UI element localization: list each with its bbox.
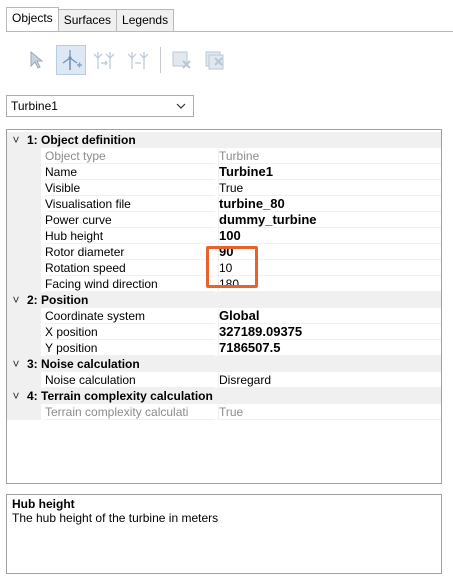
row-gutter xyxy=(7,228,41,244)
tab-divider xyxy=(6,31,453,32)
property-name: Coordinate system xyxy=(45,308,215,324)
tab-surfaces[interactable]: Surfaces xyxy=(57,9,118,31)
property-value[interactable]: turbine_80 xyxy=(218,196,441,212)
property-value[interactable]: Global xyxy=(218,308,441,324)
property-name: Terrain complexity calculati xyxy=(45,404,215,420)
property-row[interactable]: Power curve dummy_turbine xyxy=(7,212,441,228)
help-description: The hub height of the turbine in meters xyxy=(12,511,219,525)
property-row[interactable]: Terrain complexity calculati True xyxy=(7,404,441,420)
category-row[interactable]: ˅ 1: Object definition xyxy=(7,132,441,148)
property-row[interactable]: Name Turbine1 xyxy=(7,164,441,180)
property-name: Object type xyxy=(45,148,215,164)
property-name: Y position xyxy=(45,340,215,356)
row-gutter xyxy=(7,340,41,356)
row-gutter xyxy=(7,372,41,388)
row-gutter xyxy=(7,260,41,276)
collapse-icon[interactable]: ˅ xyxy=(7,133,25,147)
object-select-value: Turbine1 xyxy=(11,99,58,113)
collapse-icon[interactable]: ˅ xyxy=(7,293,25,307)
delete-object-button[interactable] xyxy=(167,45,197,75)
category-label: 4: Terrain complexity calculation xyxy=(27,389,213,403)
category-row[interactable]: ˅ 2: Position xyxy=(7,292,441,308)
toolbar-separator xyxy=(160,47,161,73)
property-name: X position xyxy=(45,324,215,340)
property-value[interactable]: Disregard xyxy=(218,372,441,388)
object-select[interactable]: Turbine1 xyxy=(6,95,194,117)
row-gutter xyxy=(7,244,41,260)
category-row[interactable]: ˅ 4: Terrain complexity calculation xyxy=(7,388,441,404)
property-row[interactable]: Coordinate system Global xyxy=(7,308,441,324)
row-gutter xyxy=(7,212,41,228)
property-row[interactable]: X position 327189.09375 xyxy=(7,324,441,340)
select-arrow-icon xyxy=(30,50,44,69)
property-value[interactable]: 327189.09375 xyxy=(218,324,441,340)
property-name: Hub height xyxy=(45,228,215,244)
property-value[interactable]: 100 xyxy=(218,228,441,244)
copy-turbine-button[interactable] xyxy=(124,45,154,75)
property-grid: ˅ 1: Object definition Object type Turbine N… xyxy=(6,129,442,484)
property-name: Visible xyxy=(45,180,215,196)
row-gutter xyxy=(7,276,41,292)
row-gutter xyxy=(7,148,41,164)
row-gutter xyxy=(7,324,41,340)
property-row[interactable]: Visualisation file turbine_80 xyxy=(7,196,441,212)
move-turbine-button[interactable] xyxy=(90,45,120,75)
property-value[interactable]: dummy_turbine xyxy=(218,212,441,228)
row-gutter xyxy=(7,180,41,196)
row-gutter xyxy=(7,196,41,212)
property-value[interactable]: True xyxy=(218,180,441,196)
property-name: Visualisation file xyxy=(45,196,215,212)
property-row[interactable]: Y position 7186507.5 xyxy=(7,340,441,356)
chevron-down-icon xyxy=(176,103,186,109)
property-row[interactable]: Visible True xyxy=(7,180,441,196)
tab-strip: Objects Surfaces Legends xyxy=(6,7,175,31)
select-button[interactable] xyxy=(22,45,52,75)
toolbar xyxy=(22,43,235,77)
category-label: 1: Object definition xyxy=(27,133,136,147)
help-panel: Hub height The hub height of the turbine… xyxy=(6,494,442,574)
delete-all-button[interactable] xyxy=(201,45,231,75)
row-gutter xyxy=(7,164,41,180)
move-turbine-icon xyxy=(93,52,115,69)
collapse-icon[interactable]: ˅ xyxy=(7,389,25,403)
add-turbine-button[interactable] xyxy=(56,45,86,75)
copy-turbine-icon xyxy=(127,52,149,69)
property-value[interactable]: Turbine xyxy=(218,148,441,164)
delete-object-icon xyxy=(172,51,191,69)
property-value[interactable]: Turbine1 xyxy=(218,164,441,180)
property-name: Noise calculation xyxy=(45,372,215,388)
property-name: Name xyxy=(45,164,215,180)
property-name: Rotor diameter xyxy=(45,244,215,260)
delete-all-icon xyxy=(205,51,224,70)
category-label: 3: Noise calculation xyxy=(27,357,140,371)
property-name: Facing wind direction xyxy=(45,276,215,292)
tab-legends[interactable]: Legends xyxy=(116,9,175,31)
tab-objects[interactable]: Objects xyxy=(6,7,59,31)
property-row[interactable]: Noise calculation Disregard xyxy=(7,372,441,388)
category-label: 2: Position xyxy=(27,293,89,307)
property-row[interactable]: Hub height 100 xyxy=(7,228,441,244)
row-gutter xyxy=(7,404,41,420)
row-gutter xyxy=(7,308,41,324)
property-name: Rotation speed xyxy=(45,260,215,276)
property-value[interactable]: True xyxy=(218,404,441,420)
highlight-box xyxy=(206,246,258,288)
property-name: Power curve xyxy=(45,212,215,228)
property-value[interactable]: 7186507.5 xyxy=(218,340,441,356)
add-turbine-icon xyxy=(62,50,82,70)
property-row[interactable]: Object type Turbine xyxy=(7,148,441,164)
category-row[interactable]: ˅ 3: Noise calculation xyxy=(7,356,441,372)
collapse-icon[interactable]: ˅ xyxy=(7,357,25,371)
help-title: Hub height xyxy=(12,497,75,511)
